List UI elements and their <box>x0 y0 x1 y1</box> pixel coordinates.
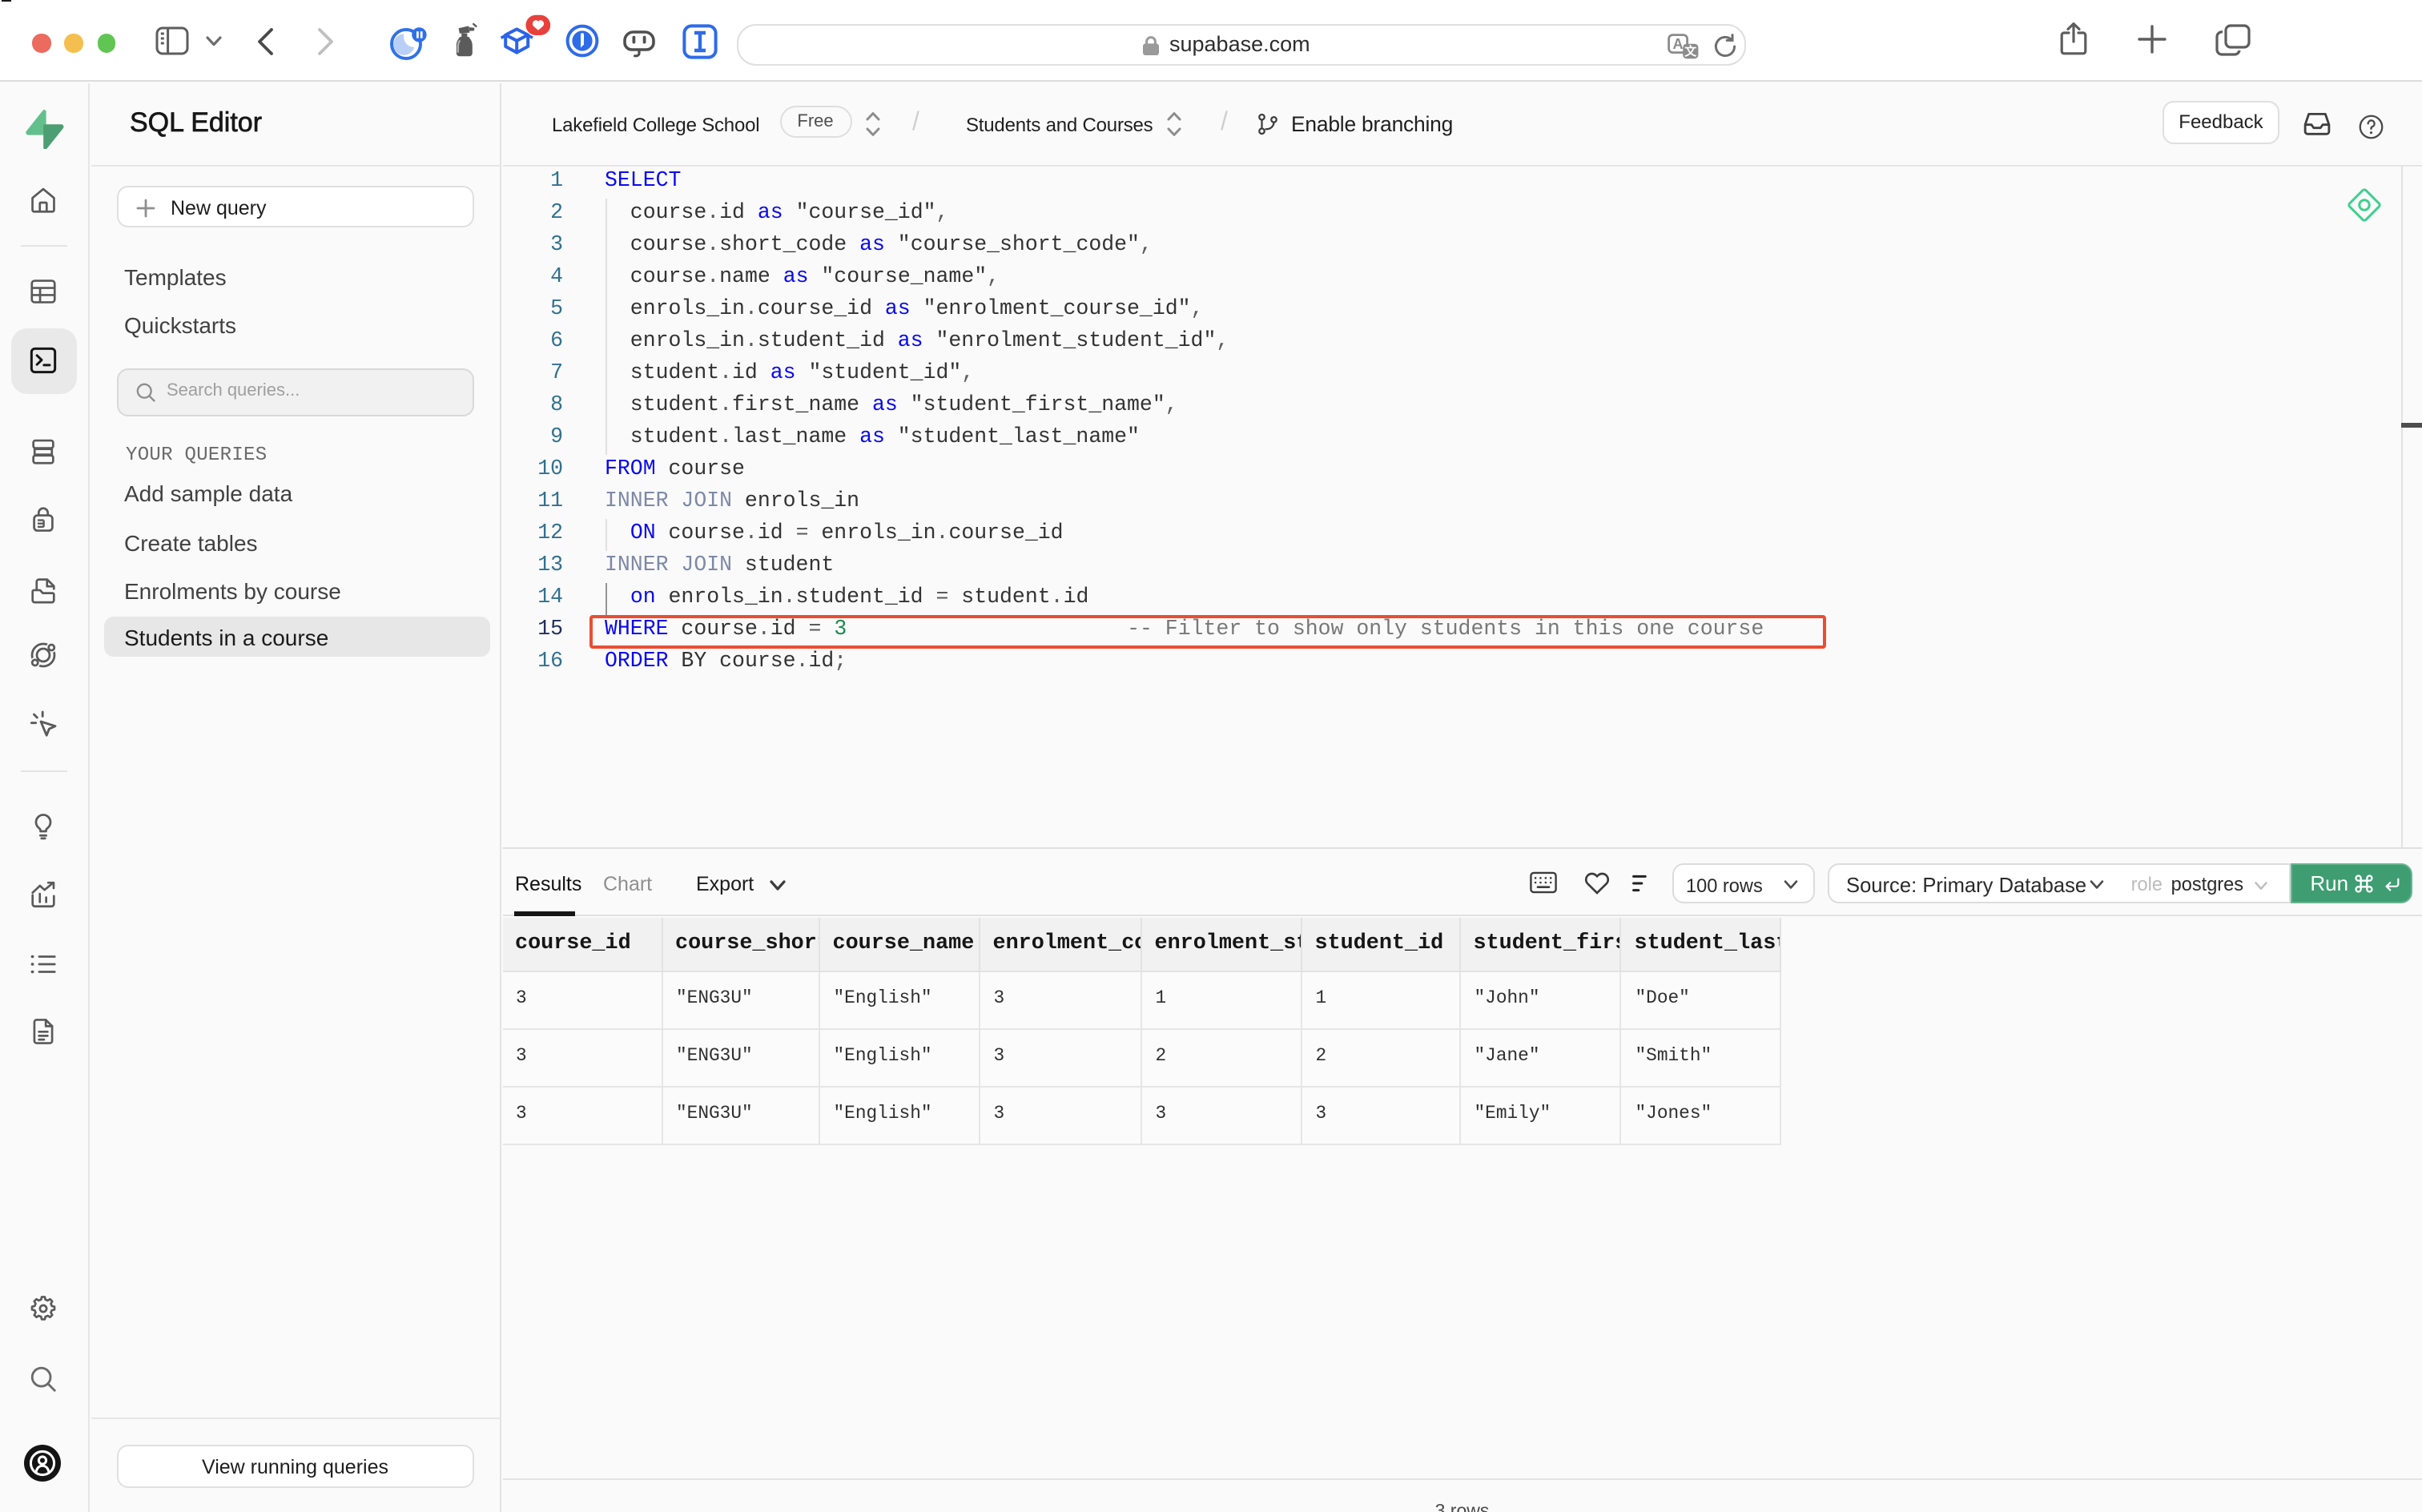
svg-text:文: 文 <box>1684 43 1697 58</box>
svg-text:A: A <box>1673 35 1684 51</box>
